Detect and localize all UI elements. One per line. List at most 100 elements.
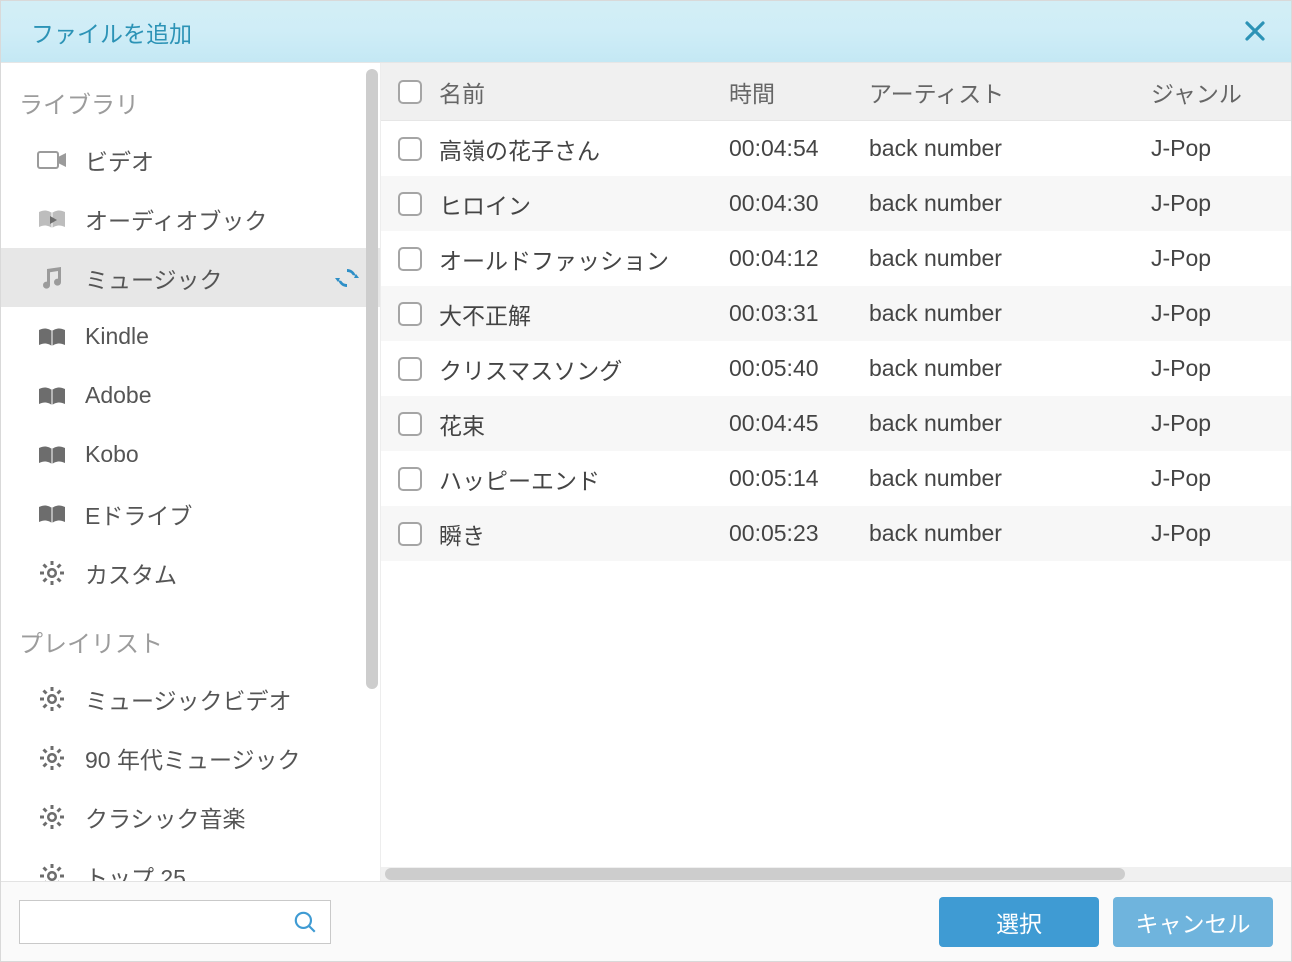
book-icon (37, 324, 67, 350)
cell-artist: back number (869, 300, 1151, 327)
header-genre[interactable]: ジャンル (1151, 75, 1291, 109)
row-checkbox[interactable] (398, 192, 422, 216)
horizontal-scrollbar[interactable] (381, 867, 1291, 881)
main-panel: 名前 時間 アーティスト ジャンル 高嶺の花子さん00:04:54back nu… (381, 63, 1291, 881)
table-row[interactable]: ハッピーエンド00:05:14back numberJ-Pop (381, 451, 1291, 506)
video-icon (37, 147, 67, 173)
sidebar-item-label: ミュージック (85, 261, 223, 295)
row-checkbox[interactable] (398, 247, 422, 271)
book-icon (37, 442, 67, 468)
music-icon (37, 265, 67, 291)
sidebar-item-music[interactable]: ミュージック (1, 248, 380, 307)
sidebar-item-label: ミュージックビデオ (85, 682, 292, 716)
sidebar-item-kobo[interactable]: Kobo (1, 425, 380, 484)
cell-genre: J-Pop (1151, 520, 1291, 547)
close-button[interactable] (1243, 15, 1267, 49)
cell-name: 高嶺の花子さん (439, 132, 729, 166)
search-input[interactable] (32, 911, 292, 932)
sidebar-item-label: ビデオ (85, 143, 154, 177)
table-row[interactable]: ヒロイン00:04:30back numberJ-Pop (381, 176, 1291, 231)
table-row[interactable]: オールドファッション00:04:12back numberJ-Pop (381, 231, 1291, 286)
dialog-window: ファイルを追加 ライブラリ ビデオオーディオブックミュージック Kindle Ado… (0, 0, 1292, 962)
gear-icon (37, 863, 67, 882)
audiobook-icon (37, 206, 67, 232)
sidebar-item-video[interactable]: ビデオ (1, 130, 380, 189)
cell-genre: J-Pop (1151, 135, 1291, 162)
horizontal-scrollbar-thumb[interactable] (385, 868, 1125, 880)
sidebar-item-label: オーディオブック (85, 202, 267, 236)
table-row[interactable]: クリスマスソング00:05:40back numberJ-Pop (381, 341, 1291, 396)
gear-icon (37, 804, 67, 830)
dialog-body: ライブラリ ビデオオーディオブックミュージック Kindle Adobe Kobo Eド… (1, 63, 1291, 881)
sidebar-item-label: カスタム (85, 556, 177, 590)
sidebar-item-custom[interactable]: カスタム (1, 543, 380, 602)
cell-time: 00:04:30 (729, 190, 869, 217)
book-icon (37, 383, 67, 409)
table-row[interactable]: 瞬き00:05:23back numberJ-Pop (381, 506, 1291, 561)
sidebar-item-label: クラシック音楽 (85, 800, 246, 834)
cell-name: 大不正解 (439, 297, 729, 331)
sidebar-item-90s[interactable]: 90 年代ミュージック (1, 728, 380, 787)
cell-time: 00:05:40 (729, 355, 869, 382)
row-checkbox[interactable] (398, 137, 422, 161)
cell-artist: back number (869, 520, 1151, 547)
header-checkbox-cell (381, 80, 439, 104)
sidebar-item-label: 90 年代ミュージック (85, 741, 301, 775)
table-header-row: 名前 時間 アーティスト ジャンル (381, 63, 1291, 121)
row-checkbox[interactable] (398, 302, 422, 326)
sidebar-item-mv[interactable]: ミュージックビデオ (1, 669, 380, 728)
refresh-icon[interactable] (334, 265, 360, 291)
cell-time: 00:05:23 (729, 520, 869, 547)
cell-time: 00:04:54 (729, 135, 869, 162)
cell-genre: J-Pop (1151, 355, 1291, 382)
sidebar-item-label: Adobe (85, 382, 152, 409)
gear-icon (37, 745, 67, 771)
dialog-title: ファイルを追加 (31, 15, 192, 49)
cell-name: クリスマスソング (439, 352, 729, 386)
row-checkbox[interactable] (398, 412, 422, 436)
sidebar-item-audiobook[interactable]: オーディオブック (1, 189, 380, 248)
row-checkbox[interactable] (398, 467, 422, 491)
cell-genre: J-Pop (1151, 245, 1291, 272)
row-checkbox[interactable] (398, 522, 422, 546)
sidebar-item-top25[interactable]: トップ 25 (1, 846, 380, 881)
sidebar-item-adobe[interactable]: Adobe (1, 366, 380, 425)
cell-name: ヒロイン (439, 187, 729, 221)
title-bar: ファイルを追加 (1, 1, 1291, 63)
cell-name: 花束 (439, 407, 729, 441)
sidebar-item-kindle[interactable]: Kindle (1, 307, 380, 366)
dialog-footer: 選択 キャンセル (1, 881, 1291, 961)
cell-name: オールドファッション (439, 242, 729, 276)
cell-artist: back number (869, 355, 1151, 382)
sidebar-item-edrive[interactable]: Eドライブ (1, 484, 380, 543)
cell-artist: back number (869, 410, 1151, 437)
table-row[interactable]: 高嶺の花子さん00:04:54back numberJ-Pop (381, 121, 1291, 176)
cell-name: 瞬き (439, 517, 729, 551)
sidebar-scrollbar[interactable] (366, 69, 378, 689)
cancel-button[interactable]: キャンセル (1113, 897, 1273, 947)
cell-genre: J-Pop (1151, 410, 1291, 437)
sidebar-item-label: Kobo (85, 441, 139, 468)
sidebar-section-library: ライブラリ (1, 63, 380, 130)
select-button[interactable]: 選択 (939, 897, 1099, 947)
header-time[interactable]: 時間 (729, 75, 869, 109)
header-artist[interactable]: アーティスト (869, 75, 1151, 109)
gear-icon (37, 560, 67, 586)
cell-time: 00:04:12 (729, 245, 869, 272)
select-all-checkbox[interactable] (398, 80, 422, 104)
header-name[interactable]: 名前 (439, 75, 729, 109)
row-checkbox[interactable] (398, 357, 422, 381)
cell-time: 00:04:45 (729, 410, 869, 437)
sidebar-item-label: トップ 25 (85, 859, 186, 882)
sidebar-item-label: Eドライブ (85, 497, 192, 531)
sidebar-item-label: Kindle (85, 323, 149, 350)
cell-time: 00:03:31 (729, 300, 869, 327)
book-icon (37, 501, 67, 527)
close-icon (1243, 19, 1267, 43)
sidebar-item-classic[interactable]: クラシック音楽 (1, 787, 380, 846)
table-row[interactable]: 大不正解00:03:31back numberJ-Pop (381, 286, 1291, 341)
table-row[interactable]: 花束00:04:45back numberJ-Pop (381, 396, 1291, 451)
file-table: 名前 時間 アーティスト ジャンル 高嶺の花子さん00:04:54back nu… (381, 63, 1291, 867)
search-icon[interactable] (292, 909, 318, 935)
search-box[interactable] (19, 900, 331, 944)
